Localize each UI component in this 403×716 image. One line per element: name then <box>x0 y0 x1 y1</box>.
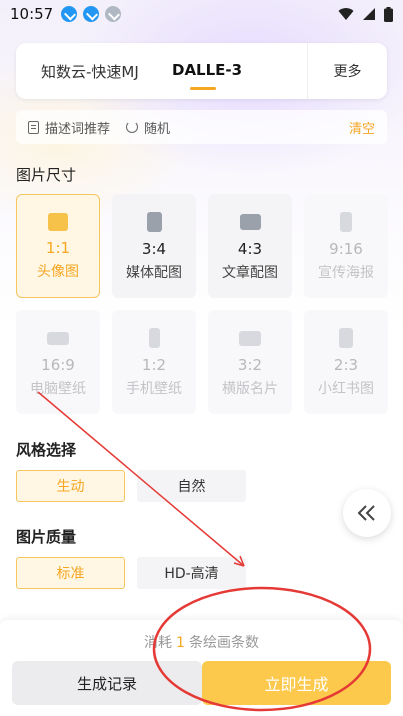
size-label: 头像图 <box>37 264 79 280</box>
collapse-panel-button[interactable] <box>343 489 391 537</box>
quality-option-hd[interactable]: HD-高清 <box>137 557 246 589</box>
consume-info: 消耗 1 条绘画条数 <box>0 632 403 652</box>
size-ratio: 3:2 <box>237 356 263 374</box>
quality-option-standard[interactable]: 标准 <box>16 557 125 589</box>
size-label: 小红书图 <box>318 381 374 397</box>
more-models-button[interactable]: 更多 <box>307 43 387 99</box>
size-option-1-1[interactable]: 1:1 头像图 <box>16 194 100 298</box>
tall-shape-icon <box>148 328 160 348</box>
style-option-natural[interactable]: 自然 <box>137 470 246 502</box>
document-icon <box>28 120 39 134</box>
size-option-9-16[interactable]: 9:16 宣传海报 <box>304 194 388 298</box>
wide-shape-icon <box>47 332 69 345</box>
size-option-3-2[interactable]: 3:2 横版名片 <box>208 310 292 414</box>
size-ratio: 1:1 <box>45 239 71 257</box>
portrait-shape-icon <box>339 328 353 348</box>
size-label: 媒体配图 <box>126 265 182 281</box>
size-label: 手机壁纸 <box>126 381 182 397</box>
size-option-3-4[interactable]: 3:4 媒体配图 <box>112 194 196 298</box>
size-option-4-3[interactable]: 4:3 文章配图 <box>208 194 292 298</box>
random-label: 随机 <box>144 121 171 137</box>
prompt-recommend-label: 描述词推荐 <box>45 121 111 137</box>
download-notification-icon <box>61 6 78 22</box>
size-ratio: 3:4 <box>141 240 167 258</box>
size-label: 横版名片 <box>222 381 278 397</box>
model-tab-mj[interactable]: 知数云-快速MJ <box>41 61 139 82</box>
size-ratio: 1:2 <box>141 356 167 374</box>
section-title-size: 图片尺寸 <box>16 166 77 184</box>
download-notification-icon <box>83 6 100 22</box>
landscape-shape-icon <box>239 214 261 230</box>
section-title-quality: 图片质量 <box>16 528 77 546</box>
model-tab-dalle3[interactable]: DALLE-3 <box>172 61 242 90</box>
section-title-style: 风格选择 <box>16 441 77 459</box>
prompt-toolbar: 描述词推荐 随机 清空 <box>16 110 387 144</box>
size-option-2-3[interactable]: 2:3 小红书图 <box>304 310 388 414</box>
tall-shape-icon <box>340 212 352 232</box>
consume-count: 1 <box>176 635 185 651</box>
consume-suffix: 条绘画条数 <box>188 635 259 651</box>
cellular-signal-icon <box>363 8 375 20</box>
download-notification-icon <box>105 6 122 22</box>
model-selector: 知数云-快速MJ DALLE-3 更多 <box>16 43 387 99</box>
wifi-icon <box>338 8 354 20</box>
portrait-shape-icon <box>146 212 162 232</box>
double-chevron-left-icon <box>357 505 375 521</box>
size-label: 电脑壁纸 <box>30 381 86 397</box>
clear-button[interactable]: 清空 <box>349 118 375 137</box>
battery-icon <box>384 6 393 22</box>
size-label: 宣传海报 <box>318 265 374 281</box>
status-bar: 10:57 <box>0 0 403 28</box>
size-ratio: 4:3 <box>237 240 263 258</box>
status-right-icons <box>338 6 393 22</box>
landscape-shape-icon <box>239 331 261 346</box>
bottom-action-panel: 消耗 1 条绘画条数 生成记录 立即生成 <box>0 620 403 716</box>
random-button[interactable]: 随机 <box>126 118 170 137</box>
size-label: 文章配图 <box>222 265 278 281</box>
size-ratio: 9:16 <box>329 240 363 258</box>
size-option-1-2[interactable]: 1:2 手机壁纸 <box>112 310 196 414</box>
consume-prefix: 消耗 <box>144 635 173 651</box>
prompt-recommend-button[interactable]: 描述词推荐 <box>28 118 110 137</box>
generate-button[interactable]: 立即生成 <box>202 661 391 705</box>
style-option-vivid[interactable]: 生动 <box>16 470 125 502</box>
history-button[interactable]: 生成记录 <box>12 661 202 705</box>
size-ratio: 2:3 <box>333 356 359 374</box>
size-ratio: 16:9 <box>41 356 75 374</box>
square-shape-icon <box>48 213 68 231</box>
refresh-icon <box>126 121 139 133</box>
status-time: 10:57 <box>10 5 54 23</box>
size-option-16-9[interactable]: 16:9 电脑壁纸 <box>16 310 100 414</box>
